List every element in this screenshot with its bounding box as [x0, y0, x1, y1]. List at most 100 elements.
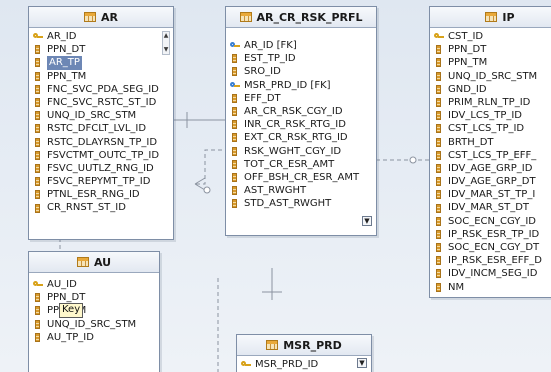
column-row[interactable]: PPN_DT — [29, 291, 159, 304]
column-row[interactable]: RSTC_DLAYRSN_TP_ID — [29, 136, 173, 149]
entity-ar-scrollbar[interactable]: ▲ ▼ — [162, 31, 170, 55]
column-icon — [434, 255, 444, 266]
column-row[interactable]: EXT_CR_RSK_RTG_ID — [226, 131, 376, 144]
column-icon — [33, 189, 43, 200]
column-row[interactable]: AST_RWGHT — [226, 184, 376, 197]
entity-ar-columns: AR_ID PPN_DT AR_TP PPN_TM FNC_SVC_PDA_SE… — [29, 28, 173, 215]
scroll-down-arrow-icon[interactable]: ▼ — [362, 216, 372, 226]
column-row[interactable]: GND_ID — [430, 83, 551, 96]
column-row[interactable]: UNQ_ID_SRC_STM — [29, 318, 159, 331]
column-row[interactable]: EST_TP_ID — [226, 52, 376, 65]
column-icon — [33, 332, 43, 343]
column-row-selected[interactable]: AR_TP — [29, 56, 173, 70]
key-icon — [241, 359, 251, 370]
column-icon — [33, 203, 43, 214]
column-row[interactable]: IDV_MAR_ST_TP_I — [430, 188, 551, 201]
column-row[interactable]: AU_TP_ID — [29, 331, 159, 344]
column-row[interactable]: IP_RSK_ESR_TP_ID — [430, 228, 551, 241]
column-row[interactable]: MSR_PRD_ID [FK] — [226, 79, 376, 92]
column-row[interactable]: PPN_DT — [29, 43, 173, 56]
column-row[interactable]: BRTH_DT — [430, 136, 551, 149]
column-row[interactable]: AR_ID — [29, 30, 173, 43]
column-row[interactable]: PPN_TM — [29, 70, 173, 83]
column-row[interactable]: SRO_ID — [226, 65, 376, 78]
column-row[interactable]: CST_LCS_TP_ID — [430, 122, 551, 135]
column-icon — [33, 57, 43, 68]
scroll-down-arrow-icon[interactable]: ▼ — [163, 46, 169, 53]
entity-ip-title: IP — [502, 10, 515, 24]
column-icon — [434, 44, 444, 55]
table-icon — [76, 257, 89, 267]
column-row[interactable]: IDV_LCS_TP_ID — [430, 109, 551, 122]
entity-ip[interactable]: IP CST_ID PPN_DT PPN_TM UNQ_ID_SRC_STM G… — [429, 6, 551, 298]
column-row[interactable]: IDV_AGE_GRP_ID — [430, 162, 551, 175]
column-icon — [434, 97, 444, 108]
column-row[interactable]: MSR_PRD_ID — [237, 358, 371, 371]
column-row[interactable]: PPN_TM — [29, 304, 159, 317]
column-icon — [33, 71, 43, 82]
column-icon — [434, 216, 444, 227]
column-icon — [434, 110, 444, 121]
column-icon — [33, 163, 43, 174]
column-row[interactable]: FSVC_REPYMT_TP_ID — [29, 175, 173, 188]
column-row[interactable]: IDV_INCM_SEG_ID — [430, 267, 551, 280]
column-row[interactable]: IDV_AGE_GRP_DT — [430, 175, 551, 188]
column-row[interactable]: CST_LCS_TP_EFF_ — [430, 149, 551, 162]
column-row[interactable]: STD_AST_RWGHT — [226, 197, 376, 210]
rel-optional-circle — [409, 156, 417, 164]
column-row[interactable]: RSTC_DFCLT_LVL_ID — [29, 122, 173, 135]
column-row[interactable]: TOT_CR_ESR_AMT — [226, 158, 376, 171]
column-row[interactable]: PPN_TM — [430, 56, 551, 69]
entity-ar[interactable]: AR AR_ID PPN_DT AR_TP PPN_TM FNC_SVC_PDA… — [28, 6, 174, 240]
column-icon — [230, 66, 240, 77]
entity-msr-prd[interactable]: MSR_PRD MSR_PRD_ID ▼ — [236, 334, 372, 372]
column-row[interactable]: OFF_BSH_CR_ESR_AMT — [226, 171, 376, 184]
entity-msr-prd-header[interactable]: MSR_PRD — [237, 335, 371, 356]
foreign-key-icon — [230, 80, 240, 91]
column-row[interactable]: SOC_ECN_CGY_ID — [430, 215, 551, 228]
column-row[interactable]: AU_ID — [29, 278, 159, 291]
entity-au-header[interactable]: AU — [29, 252, 159, 273]
rel-msr-prd-ar-cr-rsk-prfl — [262, 268, 282, 300]
entity-au-title: AU — [93, 255, 112, 269]
column-icon — [434, 282, 444, 293]
column-row[interactable]: PTNL_ESR_RNG_ID — [29, 188, 173, 201]
column-icon — [434, 268, 444, 279]
column-row[interactable]: IP_RSK_ESR_EFF_D — [430, 254, 551, 267]
column-row[interactable]: FNC_SVC_RSTC_ST_ID — [29, 96, 173, 109]
entity-ar-cr-rsk-prfl-header[interactable]: AR_CR_RSK_PRFL — [226, 7, 376, 28]
entity-ar-header[interactable]: AR — [29, 7, 173, 28]
column-row[interactable]: RSK_WGHT_CGY_ID — [226, 145, 376, 158]
entity-au-columns: AU_ID PPN_DT PPN_TM UNQ_ID_SRC_STM AU_TP… — [29, 273, 159, 344]
scroll-up-arrow-icon[interactable]: ▲ — [163, 32, 169, 39]
column-row[interactable]: AR_ID [FK] — [226, 39, 376, 52]
column-row[interactable]: UNQ_ID_SRC_STM — [29, 109, 173, 122]
column-row[interactable]: CR_RNST_ST_ID — [29, 201, 173, 214]
column-row[interactable]: INR_CR_RSK_RTG_ID — [226, 118, 376, 131]
column-row[interactable]: FSVCTMT_OUTC_TP_ID — [29, 149, 173, 162]
column-row[interactable]: UNQ_ID_SRC_STM — [430, 70, 551, 83]
diagram-canvas[interactable]: AR AR_ID PPN_DT AR_TP PPN_TM FNC_SVC_PDA… — [0, 0, 551, 372]
scroll-down-arrow-icon[interactable]: ▼ — [357, 358, 367, 368]
column-row[interactable]: NM — [430, 281, 551, 294]
column-icon — [230, 93, 240, 104]
entity-ip-header[interactable]: IP — [430, 7, 551, 28]
entity-au[interactable]: AU AU_ID PPN_DT PPN_TM UNQ_ID_SRC_STM AU… — [28, 251, 160, 372]
entity-msr-prd-title: MSR_PRD — [283, 338, 342, 352]
column-row[interactable]: PPN_DT — [430, 43, 551, 56]
column-icon — [434, 229, 444, 240]
column-row[interactable]: PRIM_RLN_TP_ID — [430, 96, 551, 109]
column-icon — [33, 292, 43, 303]
column-row[interactable]: FSVC_UUTLZ_RNG_ID — [29, 162, 173, 175]
column-row[interactable]: AR_CR_RSK_CGY_ID — [226, 105, 376, 118]
column-row[interactable]: IDV_MAR_ST_DT — [430, 201, 551, 214]
entity-ar-cr-rsk-prfl[interactable]: AR_CR_RSK_PRFL AR_ID [FK] EST_TP_ID SRO_… — [225, 6, 377, 236]
column-icon — [230, 53, 240, 64]
column-row[interactable]: FNC_SVC_PDA_SEG_ID — [29, 83, 173, 96]
column-icon — [33, 137, 43, 148]
column-row[interactable]: EFF_DT — [226, 92, 376, 105]
column-icon — [33, 123, 43, 134]
column-row[interactable]: SOC_ECN_CGY_DT — [430, 241, 551, 254]
entity-ip-columns: CST_ID PPN_DT PPN_TM UNQ_ID_SRC_STM GND_… — [430, 28, 551, 294]
column-row[interactable]: CST_ID — [430, 30, 551, 43]
